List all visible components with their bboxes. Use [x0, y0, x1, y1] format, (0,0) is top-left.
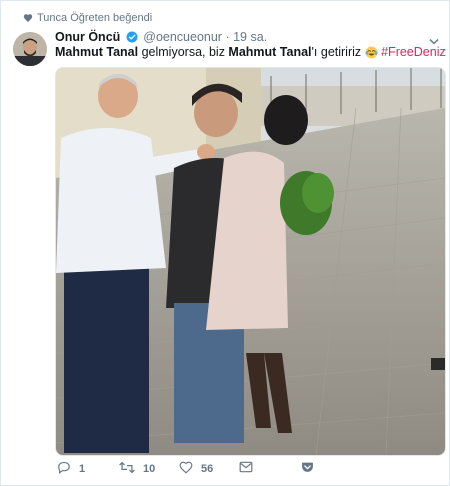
social-context-text: Tunca Öğreten beğendi — [37, 12, 153, 24]
tears-of-joy-emoji-icon — [365, 46, 378, 62]
hashtag-link[interactable]: #FreeDeniz — [381, 45, 446, 59]
tweet-photo[interactable] — [55, 67, 446, 456]
like-button[interactable]: 56 — [179, 461, 213, 477]
envelope-icon — [239, 461, 253, 476]
tweet-timestamp[interactable]: 19 sa. — [233, 30, 267, 44]
like-count: 56 — [201, 463, 214, 475]
direct-message-button[interactable] — [239, 461, 253, 476]
heart-outline-icon — [179, 461, 193, 477]
pocket-button[interactable] — [301, 461, 314, 476]
social-context: Tunca Öğreten beğendi — [23, 12, 153, 24]
tweet-actions: 1 10 56 — [55, 461, 435, 481]
retweet-count: 10 — [143, 463, 156, 475]
reply-count: 1 — [79, 463, 86, 475]
heart-icon — [23, 13, 33, 26]
retweet-button[interactable]: 10 — [119, 461, 155, 477]
mention-bold: Mahmut Tanal — [228, 45, 312, 59]
author-handle[interactable]: @oencueonur — [143, 30, 222, 44]
retweet-icon — [119, 461, 135, 477]
text-segment: 'ı getiririz — [311, 45, 365, 59]
pocket-icon — [301, 461, 314, 476]
tweet-header: Onur Öncü @oencueonur · 19 sa. — [55, 30, 267, 46]
tweet-text: Mahmut Tanal gelmiyorsa, biz Mahmut Tana… — [55, 45, 446, 62]
separator-dot: · — [225, 30, 230, 44]
reply-button[interactable]: 1 — [57, 461, 85, 477]
mention-bold: Mahmut Tanal — [55, 45, 139, 59]
tweet-card[interactable]: Tunca Öğreten beğendi Onur Öncü @oencueo… — [0, 0, 450, 486]
text-segment: gelmiyorsa, biz — [138, 45, 229, 59]
reply-icon — [57, 461, 71, 477]
verified-badge-icon — [126, 31, 138, 46]
avatar[interactable] — [13, 32, 47, 66]
author-name[interactable]: Onur Öncü — [55, 30, 120, 44]
